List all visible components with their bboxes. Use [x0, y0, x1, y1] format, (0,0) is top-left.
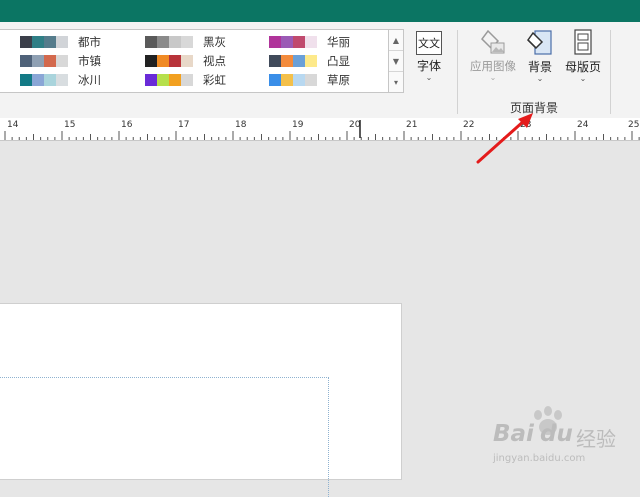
master-page-button[interactable]: 母版页 ⌄: [562, 28, 604, 83]
watermark-url: jingyan.baidu.com: [493, 453, 586, 464]
ribbon: 都市 黑灰 华丽 市镇 视点 凸显 冰川 彩虹 草原 ▲ ▼ ▾ 文文 字体 ⌄…: [0, 22, 640, 119]
theme-tuxian[interactable]: 凸显: [269, 52, 350, 70]
gallery-scroll-up-button[interactable]: ▲: [389, 30, 403, 51]
color-swatches: [145, 36, 193, 48]
master-page-icon: [574, 29, 592, 55]
theme-name: 视点: [203, 54, 226, 68]
color-swatches: [145, 74, 193, 86]
theme-name: 草原: [327, 73, 350, 87]
background-label: 背景: [527, 60, 552, 74]
chevron-down-icon: ⌄: [425, 73, 433, 82]
group-separator: [610, 30, 611, 114]
ruler-label: 15: [64, 120, 76, 130]
watermark-brand-du: du: [540, 421, 573, 447]
theme-name: 凸显: [327, 54, 350, 68]
color-scheme-gallery: 都市 黑灰 华丽 市镇 视点 凸显 冰川 彩虹 草原: [0, 29, 404, 93]
color-swatches: [20, 36, 68, 48]
font-icon: 文文: [416, 31, 442, 55]
ruler-label: 17: [178, 120, 190, 130]
ruler-label: 14: [7, 120, 19, 130]
ruler-label: 16: [121, 120, 133, 130]
apply-image-icon: [481, 29, 505, 54]
group-separator: [457, 30, 458, 114]
baidu-jingyan-watermark: Bai du 经验 jingyan.baidu.com: [490, 405, 640, 480]
apply-image-label: 应用图像: [470, 59, 516, 73]
theme-name: 都市: [78, 35, 101, 49]
ruler-label: 23: [520, 120, 532, 130]
theme-dushi[interactable]: 都市: [20, 33, 101, 51]
ruler-label: 25: [628, 120, 640, 130]
color-swatches: [269, 74, 317, 86]
gallery-scroll: ▲ ▼ ▾: [388, 29, 404, 93]
title-bar: [0, 0, 640, 22]
ruler-label: 24: [577, 120, 589, 130]
theme-name: 黑灰: [203, 35, 226, 49]
ruler-ticks: [4, 120, 640, 140]
ruler-label: 18: [235, 120, 247, 130]
publication-page[interactable]: [0, 303, 402, 497]
horizontal-ruler[interactable]: 14 15 16 17 18 19 20 21 22 23 24 25: [0, 118, 640, 141]
font-button[interactable]: 文文 字体 ⌄: [412, 31, 446, 82]
theme-name: 冰川: [78, 73, 101, 87]
master-page-label: 母版页: [564, 60, 601, 74]
theme-shidian[interactable]: 视点: [145, 52, 226, 70]
watermark-suffix: 经验: [576, 427, 616, 451]
ruler-label: 19: [292, 120, 304, 130]
color-swatches: [20, 55, 68, 67]
theme-name: 华丽: [327, 35, 350, 49]
font-label: 字体: [416, 59, 441, 73]
chevron-down-icon: ⌄: [489, 73, 497, 82]
ruler-label: 21: [406, 120, 418, 130]
background-button[interactable]: 背景 ⌄: [522, 28, 558, 83]
color-swatches: [269, 36, 317, 48]
chevron-down-icon: ⌄: [579, 74, 587, 83]
theme-shizhen[interactable]: 市镇: [20, 52, 101, 70]
watermark-brand: Bai: [493, 421, 534, 447]
chevron-down-icon: ⌄: [536, 74, 544, 83]
ruler-label: 20: [349, 120, 361, 130]
color-swatches: [269, 55, 317, 67]
color-swatches: [145, 55, 193, 67]
theme-caihong[interactable]: 彩虹: [145, 71, 226, 89]
ruler-label: 22: [463, 120, 475, 130]
background-icon: [527, 30, 552, 55]
theme-name: 市镇: [78, 54, 101, 68]
margin-guide: [0, 377, 329, 497]
theme-heihui[interactable]: 黑灰: [145, 33, 226, 51]
theme-caoyuan[interactable]: 草原: [269, 71, 350, 89]
theme-huali[interactable]: 华丽: [269, 33, 350, 51]
theme-name: 彩虹: [203, 73, 226, 87]
theme-bingchuan[interactable]: 冰川: [20, 71, 101, 89]
apply-image-button[interactable]: 应用图像 ⌄: [465, 28, 521, 82]
color-swatches: [20, 74, 68, 86]
page-background-group-label: 页面背景: [510, 101, 559, 115]
gallery-more-button[interactable]: ▾: [389, 72, 403, 92]
gallery-scroll-down-button[interactable]: ▼: [389, 51, 403, 72]
